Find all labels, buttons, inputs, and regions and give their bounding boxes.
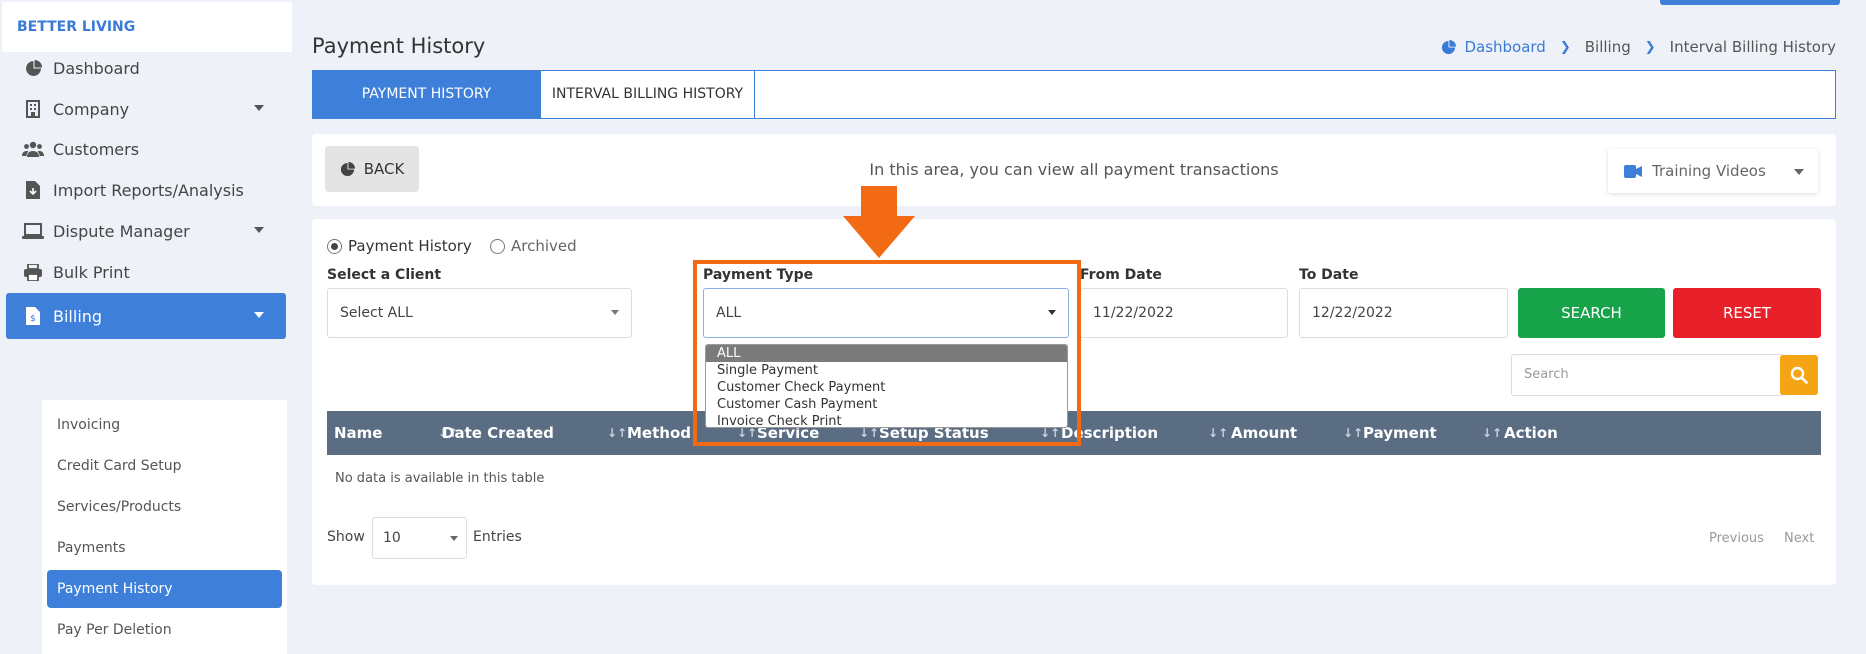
sidebar-item-label: Bulk Print (53, 262, 130, 282)
breadcrumb-dashboard[interactable]: Dashboard (1464, 38, 1545, 56)
radio-payment-history[interactable]: Payment History (327, 237, 472, 255)
page-size-select[interactable]: 10 (372, 517, 467, 559)
column-header-amount[interactable]: Amount (1231, 411, 1297, 455)
page-title: Payment History (312, 34, 486, 58)
to-date-label: To Date (1299, 267, 1359, 283)
chevron-down-icon (450, 536, 458, 541)
client-label: Select a Client (327, 267, 442, 283)
tab-interval-billing-history[interactable]: INTERVAL BILLING HISTORY (540, 71, 755, 118)
radio-unchecked-icon (490, 238, 505, 254)
empty-table-text: No data is available in this table (335, 471, 545, 486)
chevron-down-icon (1794, 169, 1804, 175)
svg-text:$: $ (30, 314, 36, 324)
chevron-right-icon: ❯ (1644, 39, 1656, 55)
column-header-name[interactable]: Name (334, 411, 382, 455)
previous-page-button[interactable]: Previous (1709, 531, 1764, 546)
breadcrumb: Dashboard ❯ Billing ❯ Interval Billing H… (1441, 38, 1836, 56)
from-date-input[interactable]: 11/22/2022 (1080, 288, 1288, 338)
search-button[interactable]: SEARCH (1518, 288, 1665, 338)
tab-payment-history[interactable]: PAYMENT HISTORY (313, 71, 540, 118)
submenu-item-payments[interactable]: Payments (47, 529, 282, 567)
sidebar-item-label: Import Reports/Analysis (53, 180, 244, 200)
chevron-down-icon (254, 312, 264, 318)
chevron-down-icon (611, 310, 619, 315)
laptop-icon (22, 221, 44, 241)
column-header-action: Action (1504, 424, 1558, 442)
video-camera-icon (1624, 164, 1642, 178)
breadcrumb-billing[interactable]: Billing (1585, 38, 1631, 56)
radio-checked-icon (327, 238, 342, 254)
building-icon (22, 99, 44, 119)
to-date-input[interactable]: 12/22/2022 (1299, 288, 1508, 338)
sort-icon[interactable]: ↓↑ (1343, 411, 1363, 455)
client-select-value: Select ALL (340, 305, 413, 321)
training-videos-label: Training Videos (1652, 162, 1766, 180)
dashboard-icon (1441, 39, 1457, 55)
sort-icon[interactable]: ↓↑ (1208, 411, 1228, 455)
column-header-date-created[interactable]: Date Created (442, 411, 554, 455)
billing-submenu: Invoicing Credit Card Setup Services/Pro… (42, 400, 287, 654)
sidebar-item-label: Customers (53, 139, 140, 159)
users-icon (22, 139, 44, 159)
search-icon-button[interactable] (1780, 355, 1818, 395)
column-header-payment[interactable]: Payment (1363, 411, 1437, 455)
sidebar-item-dispute-manager[interactable]: Dispute Manager (6, 208, 286, 254)
submenu-item-services-products[interactable]: Services/Products (47, 488, 282, 526)
reset-button[interactable]: RESET (1673, 288, 1821, 338)
page-size-value: 10 (383, 530, 401, 546)
sidebar-item-label: Billing (53, 306, 103, 326)
sidebar-item-dashboard[interactable]: Dashboard (6, 45, 286, 91)
sidebar: BETTER LIVING Dashboard Company Customer… (0, 0, 292, 654)
submenu-item-payment-history[interactable]: Payment History (47, 570, 282, 608)
column-header-method[interactable]: Method (627, 411, 691, 455)
sidebar-item-label: Company (53, 99, 130, 119)
from-date-label: From Date (1080, 267, 1162, 283)
arrow-down-icon (843, 186, 915, 258)
top-action-button[interactable] (1660, 0, 1840, 5)
sidebar-item-customers[interactable]: Customers (6, 126, 286, 172)
search-icon (1790, 366, 1808, 384)
radio-label: Archived (511, 237, 577, 255)
sidebar-item-bulk-print[interactable]: Bulk Print (6, 249, 286, 295)
radio-archived[interactable]: Archived (490, 237, 577, 255)
billing-file-icon: $ (22, 306, 44, 326)
chevron-down-icon (254, 227, 264, 233)
training-videos-dropdown[interactable]: Training Videos (1608, 149, 1818, 193)
next-page-button[interactable]: Next (1784, 531, 1814, 546)
sidebar-item-billing[interactable]: $ Billing (6, 293, 286, 339)
submenu-item-pay-per-deletion[interactable]: Pay Per Deletion (47, 611, 282, 649)
tab-bar: PAYMENT HISTORY INTERVAL BILLING HISTORY (312, 70, 1836, 119)
search-input[interactable]: Search (1511, 354, 1784, 396)
highlight-box (693, 260, 1081, 446)
dashboard-icon (22, 58, 44, 78)
entries-label: Entries (473, 529, 522, 545)
submenu-item-invoicing[interactable]: Invoicing (47, 406, 282, 444)
sort-icon[interactable]: ↓↑ (607, 411, 627, 455)
client-select[interactable]: Select ALL (327, 288, 632, 338)
submenu-item-credit-card-setup[interactable]: Credit Card Setup (47, 447, 282, 485)
chevron-down-icon (254, 105, 264, 111)
radio-label: Payment History (348, 237, 472, 255)
sidebar-item-label: Dispute Manager (53, 221, 190, 241)
breadcrumb-interval-billing-history: Interval Billing History (1669, 38, 1836, 56)
show-label: Show (327, 529, 365, 545)
toolbar-card: BACK In this area, you can view all paym… (312, 134, 1836, 206)
import-file-icon (22, 180, 44, 200)
printer-icon (22, 262, 44, 282)
sidebar-item-import-reports[interactable]: Import Reports/Analysis (6, 167, 286, 213)
sidebar-item-label: Dashboard (53, 58, 140, 78)
sort-icon[interactable]: ↓↑ (1482, 411, 1502, 455)
chevron-right-icon: ❯ (1559, 39, 1571, 55)
